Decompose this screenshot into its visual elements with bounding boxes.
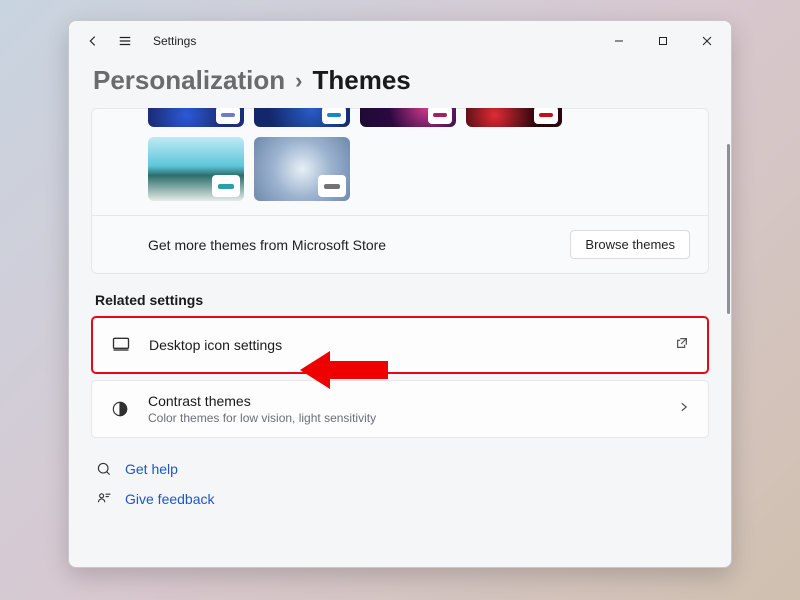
feedback-icon xyxy=(95,490,113,508)
theme-thumbnail[interactable] xyxy=(254,137,350,201)
close-button[interactable] xyxy=(685,21,729,61)
help-label: Get help xyxy=(125,461,178,477)
accent-chip-icon xyxy=(216,108,240,124)
app-title: Settings xyxy=(153,34,196,48)
breadcrumb: Personalization › Themes xyxy=(69,61,731,108)
related-settings-heading: Related settings xyxy=(95,292,705,308)
theme-thumbnail[interactable] xyxy=(148,108,244,127)
chevron-right-icon xyxy=(678,400,690,418)
feedback-label: Give feedback xyxy=(125,491,215,507)
row-title: Contrast themes xyxy=(148,393,376,409)
desktop-icon-settings-row[interactable]: Desktop icon settings xyxy=(91,316,709,374)
row-subtitle: Color themes for low vision, light sensi… xyxy=(148,411,376,425)
breadcrumb-parent[interactable]: Personalization xyxy=(93,65,285,96)
browse-themes-button[interactable]: Browse themes xyxy=(570,230,690,259)
scrollbar-thumb[interactable] xyxy=(727,144,730,314)
content-area: Get more themes from Microsoft Store Bro… xyxy=(69,108,731,567)
help-icon xyxy=(95,460,113,478)
give-feedback-link[interactable]: Give feedback xyxy=(95,484,705,514)
contrast-themes-row[interactable]: Contrast themes Color themes for low vis… xyxy=(91,380,709,438)
breadcrumb-current: Themes xyxy=(312,65,410,96)
row-title: Desktop icon settings xyxy=(149,337,282,353)
accent-chip-icon xyxy=(534,108,558,124)
accent-chip-icon xyxy=(428,108,452,124)
theme-thumbnail[interactable] xyxy=(254,108,350,127)
settings-window: Settings Personalization › Themes G xyxy=(68,20,732,568)
theme-thumbnail[interactable] xyxy=(360,108,456,127)
help-links: Get help Give feedback xyxy=(95,454,705,514)
back-icon[interactable] xyxy=(85,33,101,49)
themes-panel: Get more themes from Microsoft Store Bro… xyxy=(91,108,709,274)
theme-thumbnail[interactable] xyxy=(466,108,562,127)
minimize-button[interactable] xyxy=(597,21,641,61)
maximize-button[interactable] xyxy=(641,21,685,61)
chevron-right-icon: › xyxy=(295,68,302,94)
scrollbar[interactable] xyxy=(723,108,731,561)
hamburger-icon[interactable] xyxy=(117,33,133,49)
store-text: Get more themes from Microsoft Store xyxy=(110,237,386,253)
themes-panel-footer: Get more themes from Microsoft Store Bro… xyxy=(92,215,708,273)
get-help-link[interactable]: Get help xyxy=(95,454,705,484)
open-external-icon xyxy=(675,336,689,355)
accent-chip-icon xyxy=(318,175,346,197)
contrast-icon xyxy=(110,399,130,419)
desktop-icon xyxy=(111,335,131,355)
titlebar: Settings xyxy=(69,21,731,61)
accent-chip-icon xyxy=(322,108,346,124)
accent-chip-icon xyxy=(212,175,240,197)
theme-thumbnail[interactable] xyxy=(148,137,244,201)
